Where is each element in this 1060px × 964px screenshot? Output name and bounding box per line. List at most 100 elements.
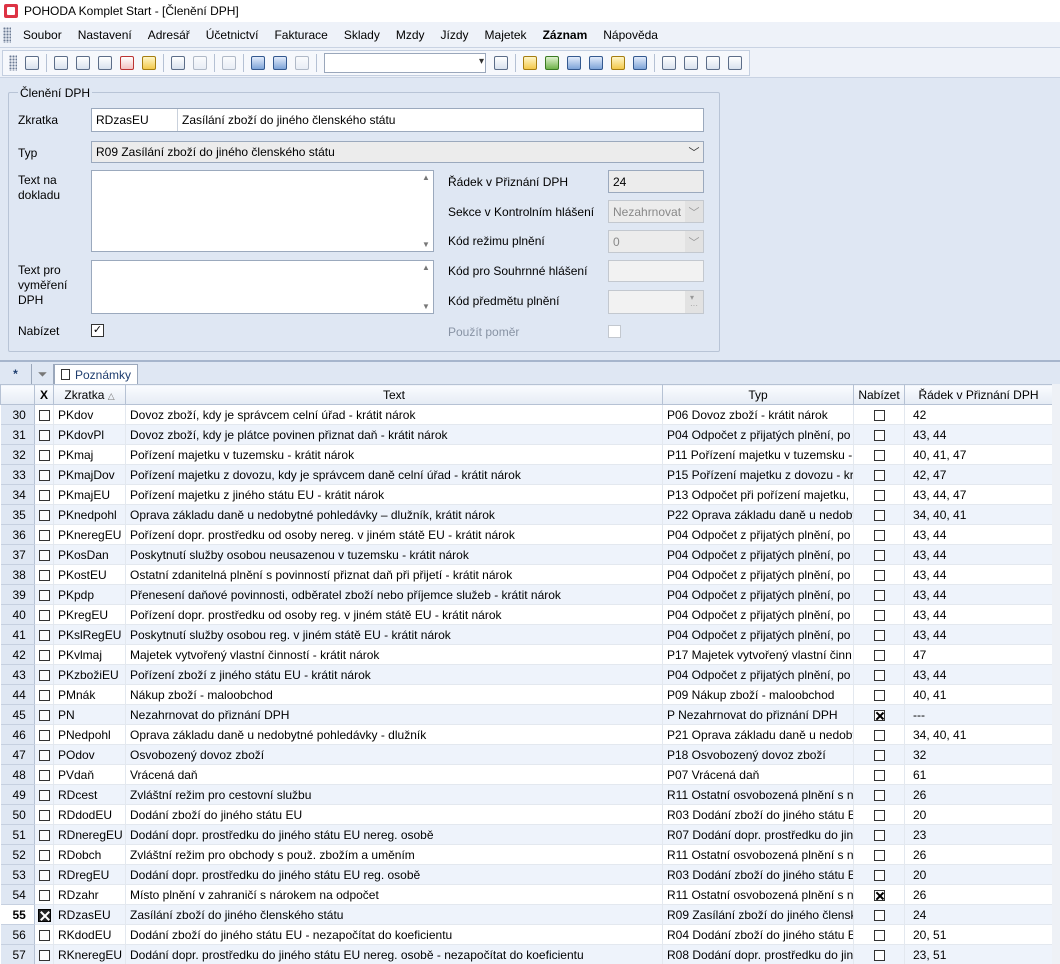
table-row[interactable]: 33 PKmajDov Pořízení majetku z dovozu, kdy… xyxy=(0,464,1053,485)
cell-zkratka[interactable]: PKosDan xyxy=(53,544,126,565)
header-radek[interactable]: Řádek v Přiznání DPH xyxy=(904,384,1053,405)
cell-nabizet[interactable] xyxy=(853,744,905,765)
checkbox-icon[interactable] xyxy=(873,929,885,941)
cell-radek[interactable]: 43, 44, 47 xyxy=(904,484,1053,505)
checkbox-icon[interactable] xyxy=(38,709,50,721)
cell-typ[interactable]: P09 Nákup zboží - maloobchod xyxy=(662,684,854,705)
checkbox-icon[interactable] xyxy=(38,769,50,781)
cell-zkratka[interactable]: PKdovPl xyxy=(53,424,126,445)
cell-typ[interactable]: P11 Pořízení majetku v tuzemsku - xyxy=(662,444,854,465)
menu-fakturace[interactable]: Fakturace xyxy=(266,24,335,46)
cell-text[interactable]: Pořízení dopr. prostředku od osoby nereg… xyxy=(125,524,663,545)
cell-nabizet[interactable] xyxy=(853,584,905,605)
cell-zkratka[interactable]: PN xyxy=(53,704,126,725)
cell-text[interactable]: Dovoz zboží, kdy je správcem celní úřad … xyxy=(125,404,663,425)
table-row[interactable]: 40 PKregEU Pořízení dopr. prostředku od os… xyxy=(0,604,1053,625)
cell-zkratka[interactable]: RKdodEU xyxy=(53,924,126,945)
checkbox-icon[interactable] xyxy=(38,449,50,461)
help-icon[interactable] xyxy=(725,53,745,73)
cell-nabizet[interactable] xyxy=(853,604,905,625)
row-number[interactable]: 40 xyxy=(0,604,35,625)
cell-zkratka[interactable]: PMnák xyxy=(53,684,126,705)
cell-text[interactable]: Majetek vytvořený vlastní činností - krá… xyxy=(125,644,663,665)
row-select-checkbox[interactable] xyxy=(34,484,54,505)
checkbox-icon[interactable] xyxy=(873,589,885,601)
cell-text[interactable]: Nezahrnovat do přiznání DPH xyxy=(125,704,663,725)
cell-zkratka[interactable]: PKregEU xyxy=(53,604,126,625)
filter-icon[interactable]: ⏷ xyxy=(32,364,54,384)
row-number[interactable]: 51 xyxy=(0,824,35,845)
cell-typ[interactable]: P Nezahrnovat do přiznání DPH xyxy=(662,704,854,725)
row-number[interactable]: 50 xyxy=(0,804,35,825)
save-copy-icon[interactable] xyxy=(270,53,290,73)
cell-radek[interactable]: 24 xyxy=(904,904,1053,925)
cell-nabizet[interactable] xyxy=(853,684,905,705)
checkbox-icon[interactable] xyxy=(38,929,50,941)
table-row[interactable]: 38 PKostEU Ostatní zdanitelná plnění s pov… xyxy=(0,564,1053,585)
menu-nastaveni[interactable]: Nastavení xyxy=(70,24,140,46)
cell-zkratka[interactable]: PKnedpohl xyxy=(53,504,126,525)
checkbox-icon[interactable] xyxy=(873,689,885,701)
row-select-checkbox[interactable] xyxy=(34,624,54,645)
checkbox-icon[interactable] xyxy=(873,649,885,661)
checkbox-icon[interactable] xyxy=(873,809,885,821)
checkbox-icon[interactable] xyxy=(873,829,885,841)
checkbox-icon[interactable] xyxy=(873,409,885,421)
calculator-icon[interactable] xyxy=(586,53,606,73)
table-row[interactable]: 43 PKzbožiEU Pořízení zboží z jiného státu… xyxy=(0,664,1053,685)
checkbox-icon[interactable] xyxy=(38,649,50,661)
row-number[interactable]: 30 xyxy=(0,404,35,425)
cell-nabizet[interactable] xyxy=(853,884,905,905)
menu-adresar[interactable]: Adresář xyxy=(140,24,198,46)
cell-zkratka[interactable]: PKostEU xyxy=(53,564,126,585)
cell-radek[interactable]: 43, 44 xyxy=(904,524,1053,545)
cell-text[interactable]: Dovoz zboží, kdy je plátce povinen přizn… xyxy=(125,424,663,445)
table-row[interactable]: 46 PNedpohl Oprava základu daně u nedobytn… xyxy=(0,724,1053,745)
cell-zkratka[interactable]: RDobch xyxy=(53,844,126,865)
cell-nabizet[interactable] xyxy=(853,724,905,745)
cell-radek[interactable]: 20 xyxy=(904,864,1053,885)
table-row[interactable]: 57 RKneregEU Dodání dopr. prostředku do ji… xyxy=(0,944,1053,964)
cell-radek[interactable]: 40, 41, 47 xyxy=(904,444,1053,465)
table-row[interactable]: 51 RDneregEU Dodání dopr. prostředku do ji… xyxy=(0,824,1053,845)
cell-typ[interactable]: P18 Osvobozený dovoz zboží xyxy=(662,744,854,765)
row-number[interactable]: 45 xyxy=(0,704,35,725)
cell-nabizet[interactable] xyxy=(853,524,905,545)
checkbox-icon[interactable] xyxy=(873,789,885,801)
cell-text[interactable]: Zvláštní režim pro cestovní službu xyxy=(125,784,663,805)
cell-radek[interactable]: 43, 44 xyxy=(904,544,1053,565)
cell-text[interactable]: Zasílání zboží do jiného členského státu xyxy=(125,904,663,925)
table-row[interactable]: 35 PKnedpohl Oprava základu daně u nedobyt… xyxy=(0,504,1053,525)
row-select-checkbox[interactable] xyxy=(34,884,54,905)
row-select-checkbox[interactable] xyxy=(34,604,54,625)
row-number[interactable]: 48 xyxy=(0,764,35,785)
cell-text[interactable]: Pořízení majetku z dovozu, kdy je správc… xyxy=(125,464,663,485)
document-icon[interactable] xyxy=(703,53,723,73)
row-number[interactable]: 53 xyxy=(0,864,35,885)
cell-radek[interactable]: 61 xyxy=(904,764,1053,785)
table-row[interactable]: 45 PN Nezahrnovat do přiznání DPH P Nezahrn… xyxy=(0,704,1053,725)
header-zkratka[interactable]: Zkratka △ xyxy=(53,384,126,405)
cell-typ[interactable]: R11 Ostatní osvobozená plnění s n xyxy=(662,784,854,805)
checked-box-icon[interactable] xyxy=(873,709,885,721)
table-row[interactable]: 42 PKvlmaj Majetek vytvořený vlastní činno… xyxy=(0,644,1053,665)
row-number[interactable]: 52 xyxy=(0,844,35,865)
row-number[interactable]: 47 xyxy=(0,744,35,765)
cell-radek[interactable]: 42 xyxy=(904,404,1053,425)
print-preview-icon[interactable] xyxy=(95,53,115,73)
toolbar-grip[interactable] xyxy=(9,54,17,71)
cell-nabizet[interactable] xyxy=(853,664,905,685)
cell-nabizet[interactable] xyxy=(853,544,905,565)
cell-radek[interactable]: 47 xyxy=(904,644,1053,665)
checkbox-icon[interactable] xyxy=(38,529,50,541)
cell-radek[interactable]: 43, 44 xyxy=(904,664,1053,685)
cell-text[interactable]: Poskytnutí služby osobou neusazenou v tu… xyxy=(125,544,663,565)
kod-rezimu-combo[interactable]: 0 ﹀ xyxy=(608,230,704,253)
cell-radek[interactable]: 23, 51 xyxy=(904,944,1053,964)
menu-ucetnictvi[interactable]: Účetnictví xyxy=(198,24,267,46)
cell-nabizet[interactable] xyxy=(853,864,905,885)
cell-nabizet[interactable] xyxy=(853,484,905,505)
cell-nabizet[interactable] xyxy=(853,464,905,485)
menu-soubor[interactable]: Soubor xyxy=(15,24,70,46)
cell-zkratka[interactable]: PKslRegEU xyxy=(53,624,126,645)
